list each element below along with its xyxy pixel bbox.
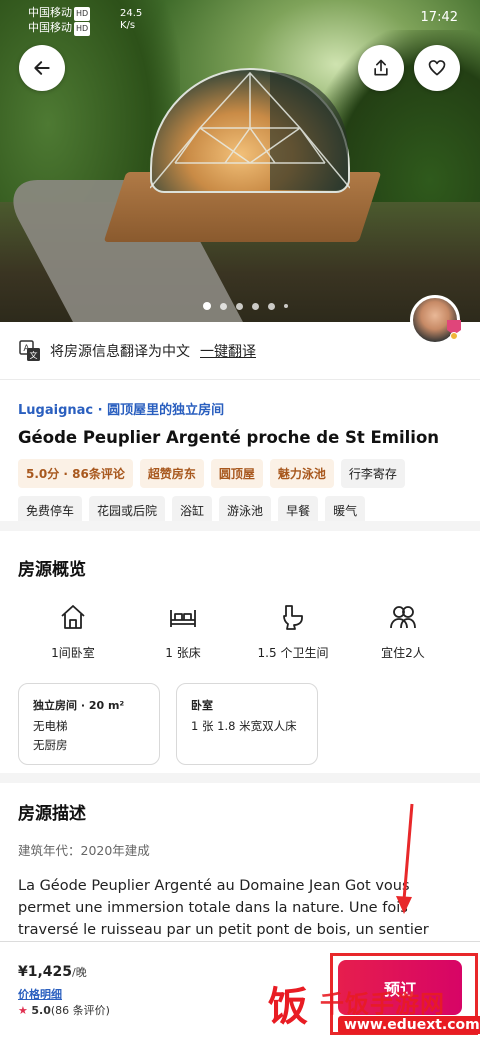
arrow-left-icon	[34, 61, 50, 75]
overview-section: 房源概览 1间卧室 1 张床 1.5 个卫生间 宜住2人 独立房间 · 20 m…	[0, 531, 480, 771]
share-icon	[374, 59, 388, 76]
hero-photo[interactable]: 中国移动 HD 中国移动 HD 24.5 K/s 17:42	[0, 0, 480, 322]
carrier-info: 中国移动 HD 中国移动 HD	[28, 6, 91, 36]
card-title: 独立房间 · 20 m²	[33, 699, 125, 712]
amenity-beds: 1 张床	[128, 602, 238, 661]
room-cards: 独立房间 · 20 m² 无电梯 无厨房 卧室 1 张 1.8 米宽双人床	[18, 683, 462, 765]
carrier-1: 中国移动	[28, 6, 72, 19]
card-line: 无厨房	[33, 738, 68, 752]
description-section: 房源描述 建筑年代：2020年建成 La Géode Peuplier Arge…	[0, 783, 480, 960]
hd-badge: HD	[74, 7, 91, 21]
carousel-dot[interactable]	[268, 302, 275, 310]
amenity-bedrooms: 1间卧室	[18, 602, 128, 661]
listing-title: Géode Peuplier Argenté proche de St Emil…	[18, 428, 440, 447]
guests-icon	[390, 606, 416, 629]
card-line: 无电梯	[33, 719, 68, 733]
amenity-label: 1.5 个卫生间	[257, 646, 329, 660]
network-speed: 24.5 K/s	[120, 8, 142, 32]
amenity-guests: 宜住2人	[348, 602, 458, 661]
hd-badge-2: HD	[74, 22, 91, 36]
speed-unit: K/s	[120, 20, 136, 31]
tag-pool-highlight: 魅力泳池	[269, 459, 334, 488]
translate-icon: A 文	[19, 339, 40, 361]
carousel-dot[interactable]	[203, 302, 211, 310]
section-divider	[0, 521, 480, 531]
translate-bar: A 文 将房源信息翻译为中文 一键翻译	[0, 322, 480, 380]
bed-icon	[170, 610, 196, 627]
section-divider	[0, 773, 480, 783]
carousel-dot[interactable]	[252, 302, 259, 310]
amenity-bathrooms: 1.5 个卫生间	[238, 602, 348, 661]
card-line: 1 张 1.8 米宽双人床	[191, 719, 297, 733]
rating-value: 5.0	[31, 1004, 51, 1017]
carousel-dots	[203, 302, 288, 310]
listing-subtitle[interactable]: Lugaignac · 圆顶屋里的独立房间	[18, 399, 462, 418]
share-button[interactable]	[358, 45, 404, 91]
amenity-label: 1 张床	[165, 646, 201, 660]
svg-text:文: 文	[30, 350, 38, 360]
star-icon: ★	[18, 1004, 28, 1017]
superhost-badge	[444, 318, 464, 340]
tag-rating[interactable]: 5.0分 · 86条评论	[18, 459, 133, 488]
bedroom-card[interactable]: 卧室 1 张 1.8 米宽双人床	[176, 683, 318, 765]
dome-frame	[150, 71, 350, 189]
back-button[interactable]	[19, 45, 65, 91]
toilet-icon	[283, 605, 303, 630]
price-value: ¥1,425	[18, 964, 73, 980]
build-year: 建筑年代：2020年建成	[18, 843, 150, 858]
review-count: (86 条评价)	[50, 1004, 110, 1017]
amenity-label: 宜住2人	[381, 646, 425, 660]
carrier-2: 中国移动	[28, 21, 72, 34]
translate-text: 将房源信息翻译为中文	[50, 343, 190, 360]
amenity-label: 1间卧室	[51, 646, 95, 660]
carousel-dot[interactable]	[236, 302, 243, 310]
tag-luggage: 行李寄存	[340, 459, 405, 488]
tag-dome: 圆顶屋	[210, 459, 263, 488]
price-detail-link[interactable]: 价格明细	[18, 986, 62, 1002]
tag-superhost: 超赞房东	[139, 459, 204, 488]
nightly-price: ¥1,425/晚	[18, 964, 87, 980]
superhost-medal-icon	[447, 320, 461, 340]
carousel-dot[interactable]	[220, 302, 227, 310]
reserve-button[interactable]: 预订	[338, 960, 462, 1015]
rating-summary[interactable]: ★ 5.0(86 条评价)	[18, 1002, 110, 1018]
price-unit: /晚	[72, 966, 87, 979]
status-bar: 中国移动 HD 中国移动 HD 24.5 K/s 17:42	[0, 0, 480, 36]
overview-title: 房源概览	[18, 560, 86, 580]
translate-link[interactable]: 一键翻译	[200, 341, 256, 361]
listing-header: Lugaignac · 圆顶屋里的独立房间 Géode Peuplier Arg…	[0, 381, 480, 525]
clock: 17:42	[420, 10, 458, 25]
house-icon	[61, 605, 85, 629]
card-title: 卧室	[191, 699, 213, 712]
carousel-dot[interactable]	[284, 304, 288, 308]
speed-value: 24.5	[120, 8, 143, 19]
tag-list: 5.0分 · 86条评论 超赞房东 圆顶屋 魅力泳池 行李寄存 免费停车 花园或…	[18, 459, 468, 525]
heart-icon	[428, 60, 446, 76]
description-title: 房源描述	[18, 804, 86, 824]
room-type-card[interactable]: 独立房间 · 20 m² 无电梯 无厨房	[18, 683, 160, 765]
favorite-button[interactable]	[414, 45, 460, 91]
amenity-row: 1间卧室 1 张床 1.5 个卫生间 宜住2人	[18, 602, 462, 661]
